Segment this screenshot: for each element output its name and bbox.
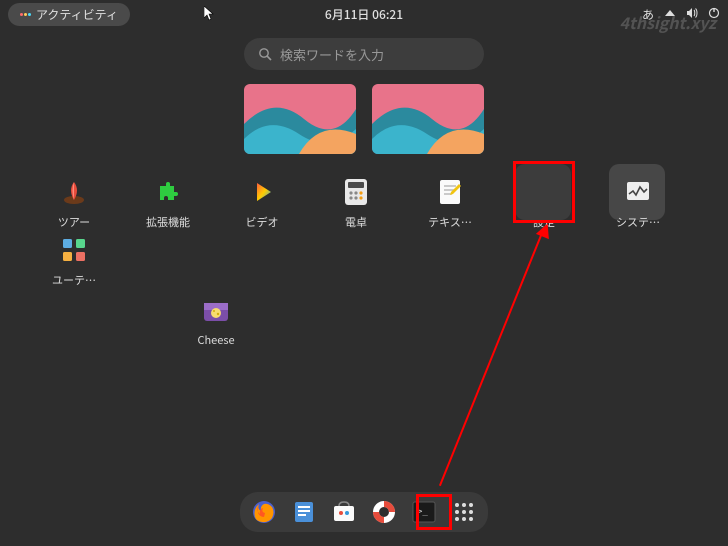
app-grid: ツアー 拡張機能 ビデオ 電卓 テキス… 設定 システ…: [44, 172, 684, 348]
dock-files[interactable]: [290, 498, 318, 526]
app-calculator[interactable]: 電卓: [326, 172, 386, 230]
app-label: 電卓: [326, 214, 386, 230]
app-label: ビデオ: [232, 214, 292, 230]
workspace-1[interactable]: [244, 84, 356, 154]
app-label: テキス…: [420, 214, 480, 230]
dock-terminal[interactable]: >_: [410, 498, 438, 526]
input-method-indicator[interactable]: あ: [642, 6, 654, 23]
dock-software[interactable]: [330, 498, 358, 526]
search-icon: [258, 47, 272, 61]
network-icon[interactable]: [664, 6, 676, 23]
app-system-folder[interactable]: システ…: [608, 172, 668, 230]
power-icon[interactable]: [708, 6, 720, 23]
activities-dots-icon: [20, 13, 31, 16]
puzzle-icon: [152, 176, 184, 208]
svg-text:>_: >_: [417, 507, 428, 517]
app-utilities-folder[interactable]: ユーテ…: [44, 230, 104, 348]
tour-icon: [58, 176, 90, 208]
app-videos[interactable]: ビデオ: [232, 172, 292, 230]
top-bar: アクティビティ 6月11日 06:21 あ: [0, 0, 728, 28]
search-placeholder: 検索ワードを入力: [280, 45, 384, 64]
app-label: Cheese: [186, 332, 246, 348]
app-label: 拡張機能: [138, 214, 198, 230]
lifebuoy-icon: [371, 499, 397, 525]
files-icon: [293, 500, 315, 524]
play-icon: [246, 176, 278, 208]
dock: >_: [240, 492, 488, 532]
text-editor-icon: [434, 176, 466, 208]
terminal-icon: >_: [412, 501, 436, 523]
workspace-2[interactable]: [372, 84, 484, 154]
dock-firefox[interactable]: [250, 498, 278, 526]
app-tour[interactable]: ツアー: [44, 172, 104, 230]
search-bar[interactable]: 検索ワードを入力: [244, 38, 484, 70]
app-label: ツアー: [44, 214, 104, 230]
system-monitor-icon: [622, 176, 654, 208]
clock[interactable]: 6月11日 06:21: [325, 6, 403, 23]
app-label: ユーテ…: [44, 272, 104, 288]
activities-label: アクティビティ: [36, 6, 118, 23]
utilities-folder-icon: [58, 234, 90, 266]
grid-icon: [453, 501, 475, 523]
app-cheese[interactable]: Cheese: [186, 290, 246, 348]
dock-help[interactable]: [370, 498, 398, 526]
calculator-icon: [340, 176, 372, 208]
shopping-bag-icon: [331, 501, 357, 523]
firefox-icon: [251, 499, 277, 525]
cheese-icon: [200, 294, 232, 326]
activities-button[interactable]: アクティビティ: [8, 3, 130, 26]
workspace-switcher: [0, 84, 728, 154]
app-text-editor[interactable]: テキス…: [420, 172, 480, 230]
system-tray[interactable]: あ: [642, 6, 720, 23]
volume-icon[interactable]: [686, 6, 698, 23]
app-label: システ…: [608, 214, 668, 230]
app-extensions[interactable]: 拡張機能: [138, 172, 198, 230]
dock-show-apps[interactable]: [450, 498, 478, 526]
